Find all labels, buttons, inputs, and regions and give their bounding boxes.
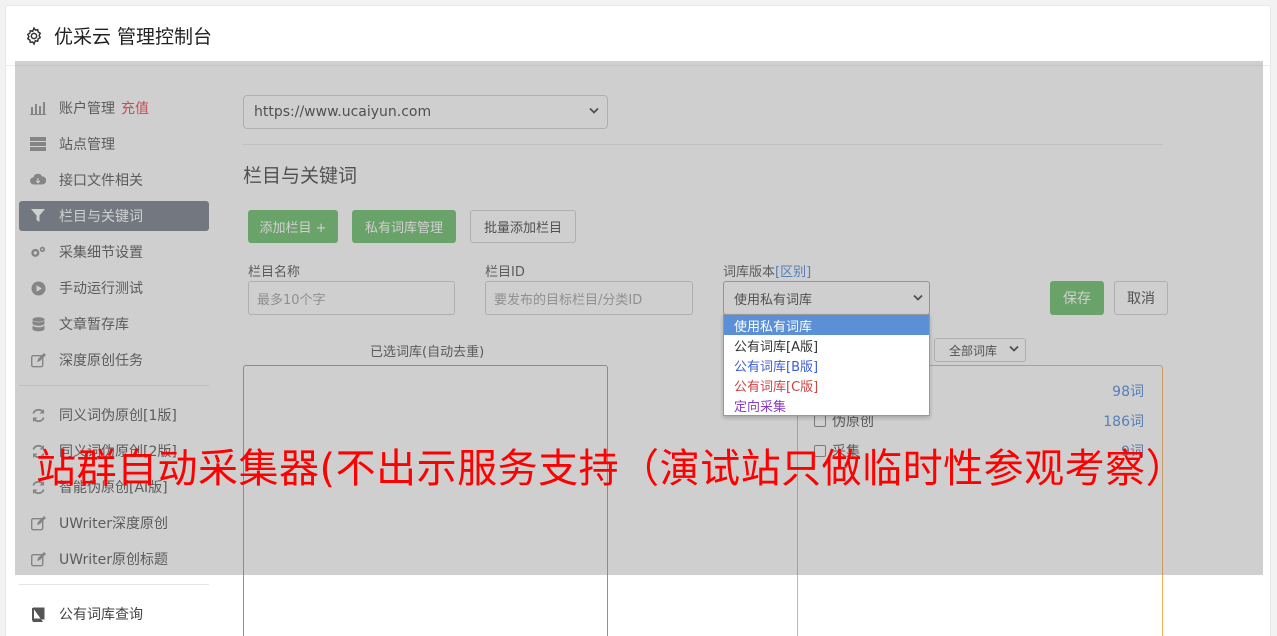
version-dropdown-list[interactable]: 使用私有词库 公有词库[A版] 公有词库[B版] 公有词库[C版] 定向采集 — [723, 314, 930, 416]
dropdown-option-public-a[interactable]: 公有词库[A版] — [724, 335, 929, 355]
dropdown-option-targeted[interactable]: 定向采集 — [724, 395, 929, 415]
sidebar-item-public-lib-query[interactable]: 公有词库查询 — [19, 599, 209, 629]
page-header: 优采云 管理控制台 — [6, 6, 1270, 66]
page-title: 优采云 管理控制台 — [54, 26, 213, 48]
watermark-text: 站群自动采集器(不出示服务支持（演试站只做临时性参观考察） — [36, 446, 1187, 492]
book-icon — [30, 606, 46, 622]
dropdown-option-private[interactable]: 使用私有词库 — [724, 315, 929, 335]
dropdown-option-public-c[interactable]: 公有词库[C版] — [724, 375, 929, 395]
sidebar-divider — [19, 584, 209, 585]
dropdown-option-public-b[interactable]: 公有词库[B版] — [724, 355, 929, 375]
modal-overlay — [15, 61, 1263, 575]
sidebar-item-label: 公有词库查询 — [59, 607, 143, 623]
gear-icon — [26, 26, 42, 45]
